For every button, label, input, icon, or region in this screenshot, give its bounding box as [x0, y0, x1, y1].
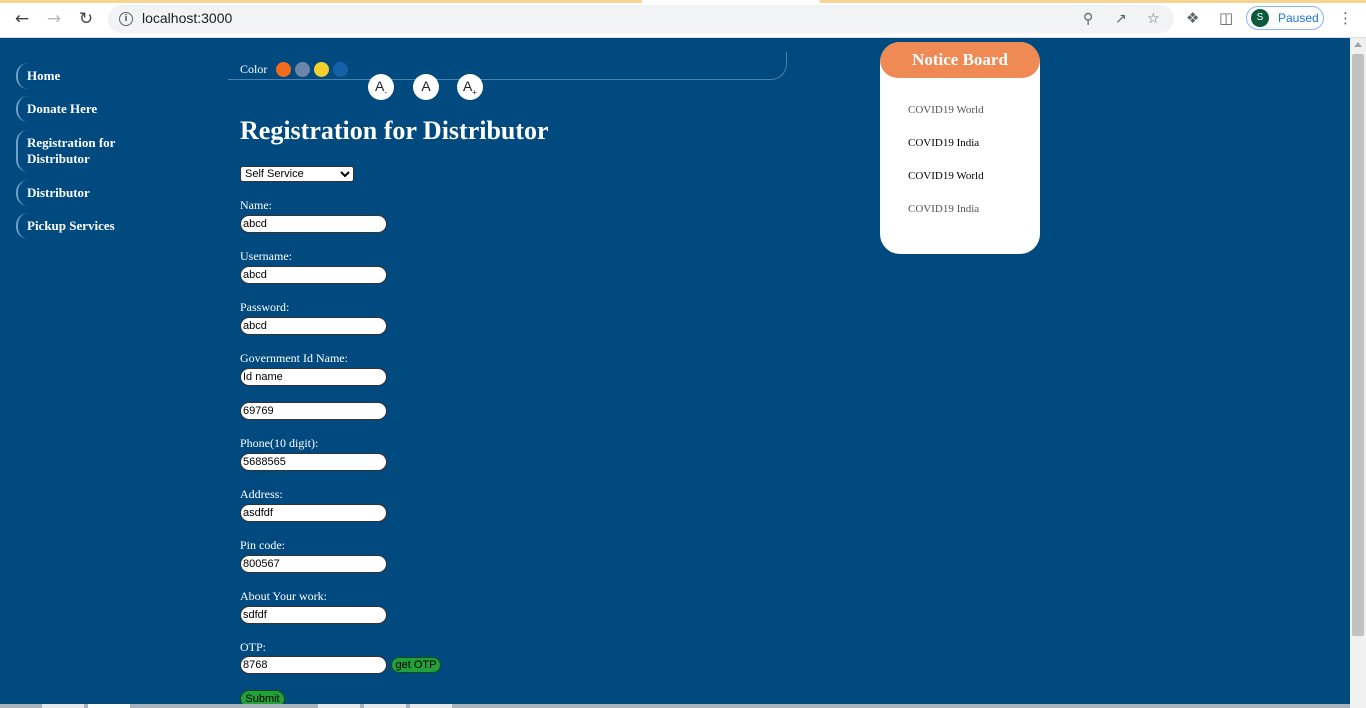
bottom-edge-segment	[318, 704, 360, 708]
pincode-label: Pin code:	[240, 538, 285, 552]
password-label: Password:	[240, 300, 290, 314]
profile-status: Paused	[1278, 11, 1319, 25]
bottom-edge-segment	[364, 704, 406, 708]
bottom-edge-segment	[88, 704, 130, 708]
address-bar[interactable]: i localhost:3000 ⚲ ↗ ☆	[108, 5, 1174, 33]
sidebar-item-registration[interactable]: Registration for Distributor	[16, 130, 136, 172]
page-body: Home Donate Here Registration for Distri…	[0, 38, 1350, 708]
name-label: Name:	[240, 198, 272, 212]
notice-item[interactable]: COVID19 India	[908, 137, 979, 149]
font-reset-button[interactable]: A	[413, 74, 439, 100]
avatar: S	[1251, 9, 1269, 27]
password-field[interactable]	[240, 317, 387, 335]
font-increase-sub: +	[472, 87, 477, 97]
loading-bar	[0, 0, 1366, 3]
pincode-field[interactable]	[240, 555, 387, 573]
address-label: Address:	[240, 487, 283, 501]
sidebar-item-pickup[interactable]: Pickup Services	[16, 213, 186, 239]
font-increase-button[interactable]: A+	[457, 74, 483, 100]
sidebar-item-distributor[interactable]: Distributor	[16, 180, 186, 206]
font-decrease-sub: -	[384, 87, 387, 97]
vertical-scrollbar[interactable]	[1350, 38, 1366, 708]
username-field[interactable]	[240, 266, 387, 284]
bottom-edge-segment	[42, 704, 84, 708]
color-swatch-blue[interactable]	[333, 62, 348, 77]
kebab-menu-icon[interactable]: ⋮	[1338, 9, 1353, 27]
notice-item[interactable]: COVID19 World	[908, 104, 984, 116]
site-info-icon[interactable]: i	[119, 12, 133, 26]
sidebar-item-label: Pickup Services	[27, 218, 115, 233]
otp-field[interactable]	[240, 656, 387, 674]
otp-label: OTP:	[240, 640, 267, 654]
notice-item[interactable]: COVID19 World	[908, 170, 984, 182]
service-type-select[interactable]: Self Service	[240, 166, 354, 182]
page-title: Registration for Distributor	[240, 116, 549, 145]
sidebar-item-label: Distributor	[27, 185, 90, 200]
extensions-puzzle-icon[interactable]: ❖	[1186, 9, 1199, 27]
bookmark-star-icon[interactable]: ☆	[1147, 11, 1160, 27]
zoom-icon[interactable]: ⚲	[1083, 11, 1093, 27]
side-panel-icon[interactable]: ◫	[1219, 9, 1233, 27]
forward-arrow-icon[interactable]: →	[44, 9, 64, 29]
scrollbar-thumb[interactable]	[1352, 54, 1364, 636]
gov-id-name-field[interactable]	[240, 368, 387, 386]
bottom-edge-segment	[410, 704, 452, 708]
back-arrow-icon[interactable]: ←	[12, 9, 32, 29]
share-icon[interactable]: ↗	[1115, 11, 1127, 27]
sidebar-item-donate[interactable]: Donate Here	[16, 96, 186, 122]
url-text[interactable]: localhost:3000	[142, 10, 232, 26]
color-swatch-orange[interactable]	[276, 62, 291, 77]
color-label: Color	[240, 62, 268, 76]
get-otp-button[interactable]: get OTP	[391, 657, 441, 673]
sidebar-item-label: Registration for Distributor	[27, 135, 116, 166]
scroll-up-arrow-icon[interactable]	[1354, 42, 1362, 47]
name-field[interactable]	[240, 215, 387, 233]
reload-icon[interactable]: ↻	[76, 9, 96, 29]
sidebar-item-label: Home	[27, 68, 61, 83]
accessibility-toolbar: Color A- A A+	[228, 52, 787, 100]
sidebar-item-home[interactable]: Home	[16, 63, 186, 89]
bottom-edge	[0, 704, 1350, 708]
phone-label: Phone(10 digit):	[240, 436, 319, 450]
username-label: Username:	[240, 249, 292, 263]
notice-board: Notice Board COVID19 World COVID19 India…	[880, 42, 1040, 254]
font-increase-label: A	[462, 78, 473, 94]
font-decrease-label: A	[374, 78, 385, 94]
phone-field[interactable]	[240, 453, 387, 471]
address-field[interactable]	[240, 504, 387, 522]
gov-id-label: Government Id Name:	[240, 351, 348, 365]
profile-button[interactable]: S Paused	[1246, 6, 1324, 30]
font-reset-label: A	[421, 78, 431, 94]
about-work-field[interactable]	[240, 606, 387, 624]
notice-item[interactable]: COVID19 India	[908, 203, 979, 215]
browser-toolbar: ← → ↻ i localhost:3000 ⚲ ↗ ☆ ❖ ◫ S Pause…	[0, 0, 1366, 38]
gov-id-number-field[interactable]	[240, 402, 387, 420]
about-work-label: About Your work:	[240, 589, 328, 603]
font-decrease-button[interactable]: A-	[368, 74, 394, 100]
notice-board-title: Notice Board	[880, 42, 1040, 78]
sidebar-item-label: Donate Here	[27, 101, 98, 116]
color-swatch-grey-blue[interactable]	[295, 62, 310, 77]
color-swatch-yellow[interactable]	[314, 62, 329, 77]
